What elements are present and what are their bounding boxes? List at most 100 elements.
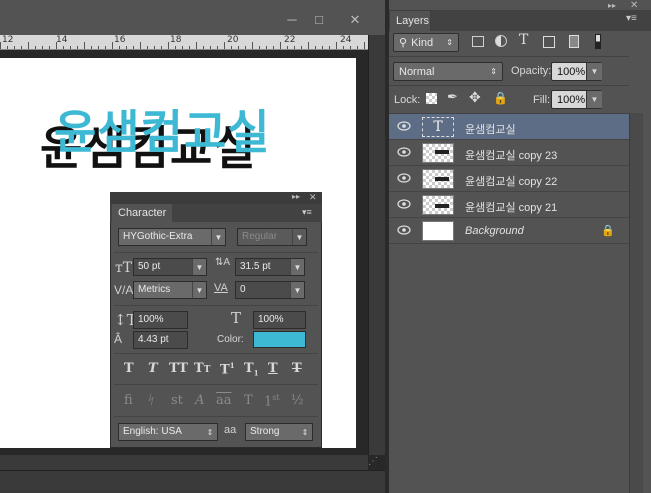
tab-layers[interactable]: Layers [389,10,431,31]
blend-mode-select[interactable]: Normal ⇕ [393,62,503,81]
close-icon[interactable]: ✕ [344,11,366,28]
panel-close-icon[interactable]: ✕ [309,192,317,203]
ruler-tick [245,46,246,49]
horizontal-scale-field[interactable]: 100% [253,311,306,329]
panel-close-icon[interactable]: ✕ [630,0,638,11]
chevron-updown-icon: ⇕ [446,38,453,47]
titling-alternates-icon[interactable]: T [244,393,253,408]
ruler-tick [49,46,50,49]
vertical-scrollbar[interactable] [368,35,385,455]
baseline-shift-value: 4.43 pt [138,334,169,345]
stylistic-alternates-icon[interactable]: aa [216,393,232,408]
strikethrough-icon[interactable]: T [292,361,302,376]
superscript-icon[interactable]: T1 [220,361,235,377]
divider [389,85,629,86]
divider [114,353,318,354]
leading-field[interactable]: 31.5 pt ▼ [235,258,305,276]
chevron-down-icon: ▼ [192,259,206,275]
lock-paint-icon[interactable]: ✒ [447,89,458,105]
antialias-select[interactable]: Strong ⇕ [245,423,313,441]
shape-filter-icon[interactable] [543,36,555,48]
panel-menu-icon[interactable]: ▾≡ [626,13,637,24]
headline-text[interactable]: 윤샘컴교실 [54,96,271,162]
filter-kind-select[interactable]: ⚲ Kind ⇕ [393,33,459,52]
visibility-eye-icon[interactable] [397,121,411,131]
vertical-scale-field[interactable]: 100% [133,311,188,329]
layer-row[interactable]: 윤샘컴교실 copy 23 [389,140,629,166]
font-size-field[interactable]: 50 pt ▼ [133,258,207,276]
visibility-eye-icon[interactable] [397,199,411,209]
ruler-tick [280,42,281,49]
lock-move-icon[interactable]: ✥ [469,89,481,106]
ruler-tick [168,42,169,49]
chevron-down-icon[interactable]: ▼ [586,91,602,108]
pixel-filter-icon[interactable] [472,36,484,47]
ruler-tick [238,46,239,49]
filter-toggle-icon[interactable] [595,34,601,49]
fractions-icon[interactable]: ½ [291,393,304,408]
all-caps-icon[interactable]: TT [169,361,188,376]
collapse-icon[interactable]: ▸▸ [608,1,616,10]
maximize-icon[interactable]: □ [308,11,330,28]
tab-character[interactable]: Character [112,204,172,222]
minimize-icon[interactable]: ─ [281,11,303,28]
collapse-icon[interactable]: ▸▸ [292,192,300,201]
faux-bold-icon[interactable]: T [124,361,134,376]
tracking-value: 0 [240,284,246,295]
layer-row[interactable]: Background 🔒 [389,218,629,244]
leading-icon: ⇅A [215,257,231,268]
language-select[interactable]: English: USA ⇕ [118,423,218,441]
ruler-tick [196,42,197,49]
visibility-eye-icon[interactable] [397,225,411,235]
color-swatch[interactable] [253,331,306,348]
chevron-down-icon: ▼ [292,229,306,245]
discretionary-ligatures-icon[interactable]: st [171,393,183,408]
swash-icon[interactable]: A [195,393,204,408]
resize-grip-icon[interactable]: ⋰ [368,456,382,470]
layer-row[interactable]: T 윤샘컴교실 [389,114,629,140]
lock-all-icon[interactable]: 🔒 [493,91,508,105]
visibility-eye-icon[interactable] [397,147,411,157]
ruler-tick [231,46,232,49]
underline-icon[interactable]: T [268,361,278,376]
ruler-tick [21,46,22,49]
type-filter-icon[interactable]: T [519,32,528,48]
faux-italic-icon[interactable]: T [148,361,158,376]
layer-thumbnail [422,221,454,241]
kerning-select[interactable]: Metrics ▼ [133,281,207,299]
ligatures-icon[interactable]: fi [124,393,133,408]
layers-scrollbar[interactable] [629,113,643,493]
small-caps-icon[interactable]: TT [194,361,210,376]
layer-name[interactable]: 윤샘컴교실 copy 21 [465,199,557,215]
layer-row[interactable]: 윤샘컴교실 copy 21 [389,192,629,218]
ruler-tick [364,42,365,49]
ruler-tick [189,46,190,49]
chevron-down-icon: ▼ [192,282,206,298]
ruler-label: 20 [227,35,239,45]
language-value: English: USA [123,426,182,437]
opacity-label: Opacity: [511,65,552,77]
visibility-eye-icon[interactable] [397,173,411,183]
layer-name[interactable]: 윤샘컴교실 copy 22 [465,173,557,189]
contextual-alternates-icon[interactable]: ᛋ [146,393,154,408]
lock-transparent-icon[interactable] [426,93,437,104]
status-bar [0,470,385,493]
layer-name[interactable]: Background [465,225,524,237]
horizontal-scrollbar[interactable] [0,455,368,470]
font-family-select[interactable]: HYGothic-Extra ▼ [118,228,226,246]
layer-name[interactable]: 윤샘컴교실 [465,121,516,137]
tracking-field[interactable]: 0 ▼ [235,281,305,299]
ruler-tick [210,46,211,49]
layer-name[interactable]: 윤샘컴교실 copy 23 [465,147,557,163]
character-panel-topbar[interactable] [110,192,322,204]
panel-menu-icon[interactable]: ▾≡ [302,207,312,218]
ordinals-icon[interactable]: 1st [264,393,280,409]
smart-object-filter-icon[interactable] [569,35,579,48]
baseline-shift-field[interactable]: 4.43 pt [133,331,188,349]
adjustment-filter-icon[interactable] [495,35,507,47]
layer-row[interactable]: 윤샘컴교실 copy 22 [389,166,629,192]
subscript-icon[interactable]: T1 [244,361,259,378]
chevron-updown-icon: ⇕ [490,67,497,76]
chevron-down-icon[interactable]: ▼ [586,63,602,80]
font-style-select[interactable]: Regular ▼ [237,228,307,246]
